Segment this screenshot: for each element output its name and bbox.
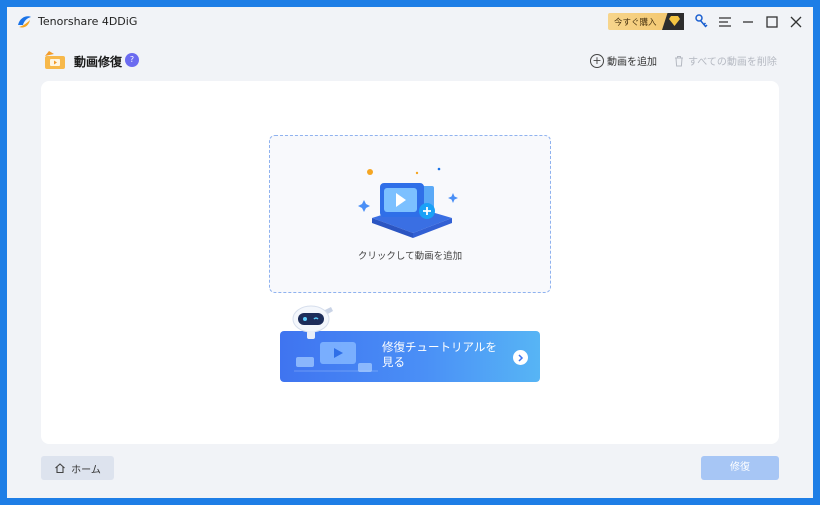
delete-all-label: すべての動画を削除 <box>688 57 777 68</box>
title-bar: Tenorshare 4DDiG 今すぐ購入 <box>7 7 813 37</box>
main-panel: クリックして動画を追加 修復チュートリアルを見る <box>41 81 779 444</box>
tutorial-label: 修復チュートリアルを見る <box>382 340 497 369</box>
key-icon[interactable] <box>694 14 710 30</box>
buy-now-label: 今すぐ購入 <box>614 17 657 28</box>
dropzone-hint: クリックして動画を追加 <box>357 251 463 262</box>
page-title: 動画修復 <box>74 55 123 69</box>
repair-button[interactable]: 修復 <box>701 456 779 480</box>
chevron-right-icon[interactable] <box>513 350 528 365</box>
app-logo-icon <box>18 16 31 28</box>
app-title: Tenorshare 4DDiG <box>38 15 138 28</box>
maximize-icon[interactable] <box>764 14 780 30</box>
add-circle-icon: + <box>590 53 604 68</box>
buy-now-button[interactable]: 今すぐ購入 <box>608 13 684 30</box>
tutorial-video-illustration <box>294 342 378 372</box>
home-label: ホーム <box>71 464 101 476</box>
delete-all-videos-button[interactable]: すべての動画を削除 <box>674 53 777 68</box>
home-button[interactable]: ホーム <box>41 456 114 480</box>
robot-mascot-icon <box>292 305 333 339</box>
menu-icon[interactable] <box>717 14 733 30</box>
diamond-icon <box>662 13 684 30</box>
app-window: Tenorshare 4DDiG 今すぐ購入 動画修復 ? + 動画を追加 すべ… <box>7 7 813 498</box>
add-video-dropzone[interactable]: クリックして動画を追加 <box>269 135 551 293</box>
trash-icon <box>675 55 683 66</box>
add-video-button[interactable]: + 動画を追加 <box>590 53 657 68</box>
video-repair-icon <box>45 51 65 69</box>
video-upload-illustration <box>358 167 458 238</box>
tutorial-banner[interactable]: 修復チュートリアルを見る <box>280 305 540 382</box>
close-icon[interactable] <box>788 14 804 30</box>
add-video-label: 動画を追加 <box>607 57 657 68</box>
home-icon <box>55 463 66 474</box>
minimize-icon[interactable] <box>740 14 756 30</box>
help-icon[interactable]: ? <box>125 53 139 67</box>
